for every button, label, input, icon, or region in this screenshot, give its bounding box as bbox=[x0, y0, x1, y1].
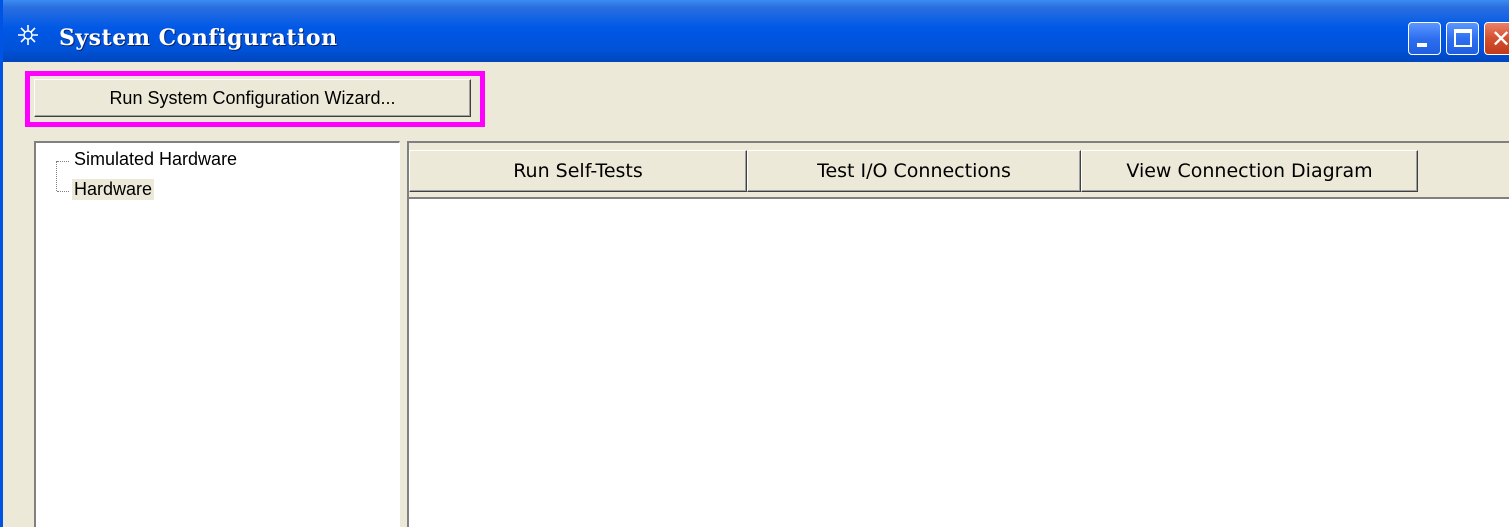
tree-connector bbox=[57, 191, 69, 192]
close-button[interactable]: ✕ bbox=[1484, 22, 1509, 55]
action-button-strip: Run Self-Tests Test I/O Connections View… bbox=[407, 150, 1509, 192]
tree-connector bbox=[56, 161, 57, 191]
tree-connector bbox=[57, 161, 69, 162]
tree-item-hardware[interactable]: Hardware bbox=[72, 179, 155, 200]
view-connection-diagram-button[interactable]: View Connection Diagram bbox=[1081, 150, 1418, 192]
test-io-connections-button[interactable]: Test I/O Connections bbox=[747, 150, 1081, 192]
tree-item-simulated-hardware[interactable]: Simulated Hardware bbox=[72, 149, 239, 170]
starburst-icon bbox=[18, 25, 38, 45]
minimize-icon bbox=[1417, 43, 1427, 47]
run-wizard-button[interactable]: Run System Configuration Wizard... bbox=[34, 79, 471, 117]
minimize-button[interactable] bbox=[1408, 22, 1441, 55]
window-title: System Configuration bbox=[59, 25, 338, 51]
maximize-icon bbox=[1454, 29, 1472, 47]
run-self-tests-button[interactable]: Run Self-Tests bbox=[409, 150, 747, 192]
content-pane bbox=[407, 197, 1509, 527]
close-icon: ✕ bbox=[1491, 25, 1509, 53]
system-configuration-window: System Configuration ✕ Run System Config… bbox=[0, 0, 1509, 527]
hardware-tree[interactable]: Simulated Hardware Hardware bbox=[34, 141, 400, 527]
maximize-button[interactable] bbox=[1446, 22, 1479, 55]
title-bar[interactable]: System Configuration ✕ bbox=[3, 0, 1509, 62]
